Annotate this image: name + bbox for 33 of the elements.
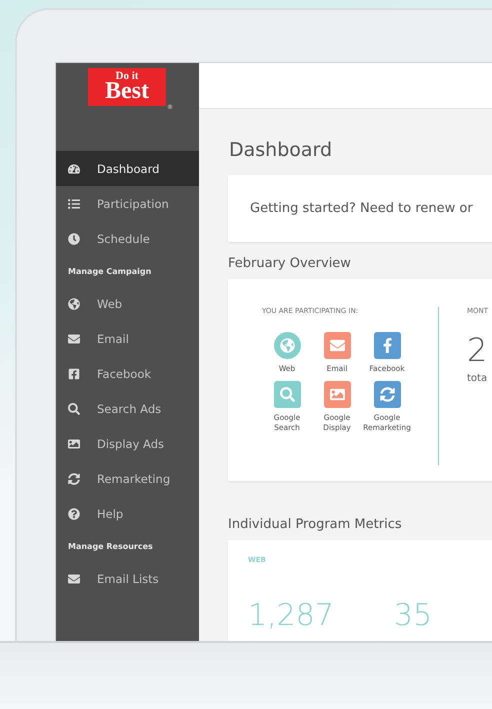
envelope-icon bbox=[68, 332, 81, 344]
sidebar-item[interactable]: Facebook bbox=[56, 356, 199, 391]
search-icon bbox=[68, 402, 81, 414]
sidebar-item[interactable]: Web bbox=[56, 286, 199, 321]
sidebar-item[interactable]: Email bbox=[56, 321, 199, 356]
sidebar-item[interactable]: Search Ads bbox=[56, 391, 199, 426]
section-title: Individual Program Metrics bbox=[228, 517, 403, 532]
image-icon bbox=[68, 438, 81, 450]
stat-value: 2 bbox=[467, 331, 488, 369]
envelope-icon bbox=[68, 572, 81, 584]
section-title: February Overview bbox=[228, 256, 352, 271]
sidebar-item[interactable]: Dashboard bbox=[56, 151, 199, 186]
facebook-icon bbox=[68, 368, 81, 380]
refresh-icon bbox=[68, 472, 81, 484]
metric-value: 35 bbox=[394, 598, 432, 633]
globe-icon bbox=[68, 298, 81, 310]
page-title: Dashboard bbox=[229, 139, 334, 161]
dashboard-icon bbox=[68, 162, 81, 174]
help-icon bbox=[68, 508, 81, 520]
clock-icon bbox=[68, 232, 81, 244]
metric-value: 1,287 bbox=[248, 598, 334, 633]
sidebar-item[interactable]: Email Lists bbox=[56, 561, 199, 596]
sidebar-section-title: Manage Campaign bbox=[67, 266, 152, 278]
sidebar-item[interactable]: Help bbox=[56, 496, 199, 531]
stat-caption: tota bbox=[467, 373, 488, 384]
sidebar-item[interactable]: Participation bbox=[56, 186, 199, 221]
sidebar-item[interactable]: Display Ads bbox=[56, 426, 199, 461]
sidebar-item[interactable]: Schedule bbox=[56, 221, 199, 256]
notice-text: Getting started? Need to renew or bbox=[249, 200, 474, 218]
logo: Do it Best bbox=[88, 68, 166, 106]
sidebar-section-title: Manage Resources bbox=[67, 540, 154, 553]
list-icon bbox=[68, 198, 81, 210]
sidebar-item[interactable]: Remarketing bbox=[56, 461, 199, 496]
